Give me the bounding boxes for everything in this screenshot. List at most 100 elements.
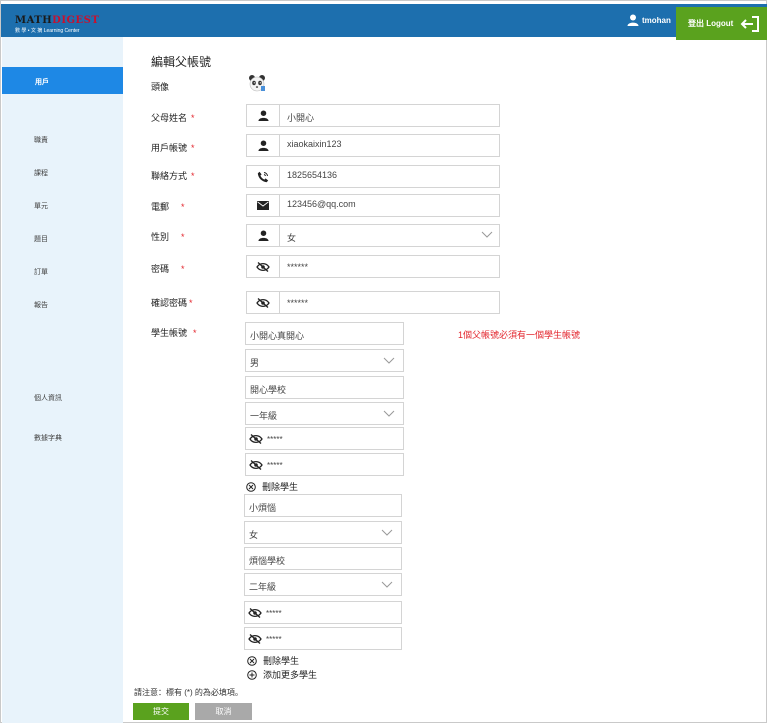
parent-name-field[interactable]: 小開心	[246, 104, 500, 127]
sidebar-item-label: 用戶	[35, 79, 49, 86]
add-student-button[interactable]: 添加更多學生	[247, 668, 317, 681]
user-icon	[627, 14, 639, 26]
sidebar-item-questions[interactable]: 題目	[34, 234, 48, 244]
remove-student-button[interactable]: 刪除學生	[247, 654, 299, 667]
phone-field[interactable]: 1825654136	[246, 165, 500, 188]
account-label: 用戶帳號 *	[151, 141, 195, 154]
sidebar-item-users[interactable]: 用戶	[2, 67, 123, 94]
gender-label-text: 性別	[151, 232, 170, 242]
avatar-label: 頭像	[151, 82, 170, 92]
confirm-password-label: 確認密碼 *	[151, 296, 193, 309]
student-name-value: 小開心真開心	[250, 331, 305, 341]
student-grade-select[interactable]: 一年級	[245, 402, 404, 425]
gender-select[interactable]: 女	[246, 224, 500, 247]
student-grade-value: 一年級	[250, 411, 278, 421]
eye-slash-icon[interactable]	[249, 460, 263, 470]
envelope-icon	[257, 201, 269, 210]
username: tmohan	[642, 15, 671, 25]
required-star: *	[193, 328, 197, 338]
page-title: 編輯父帳號	[151, 55, 212, 69]
student-password-value: *****	[267, 435, 283, 444]
logo-text-math: MATH	[15, 15, 53, 26]
logo: MATHDIGEST 數 學 • 文 摘 Learning Center	[15, 15, 99, 34]
required-star: *	[191, 113, 195, 123]
app-frame: MATHDIGEST 數 學 • 文 摘 Learning Center tmo…	[0, 0, 767, 723]
student-confirm-password-value: *****	[266, 635, 282, 644]
student-name-value: 小煩惱	[249, 503, 277, 513]
phone-label: 聯絡方式 *	[151, 169, 195, 182]
logo-text-digest: DIGEST	[52, 15, 100, 26]
eye-slash-icon[interactable]	[256, 261, 270, 272]
student-school-field[interactable]: 開心學校	[245, 376, 404, 399]
sidebar-item-dictionary[interactable]: 數據字典	[34, 433, 62, 443]
required-star: *	[181, 232, 185, 242]
cancel-button[interactable]: 取消	[195, 703, 252, 720]
logout-label: 登出 Logout	[688, 19, 734, 28]
student-confirm-password-value: *****	[267, 461, 283, 470]
required-star: *	[189, 298, 193, 308]
required-star: *	[191, 143, 195, 153]
student-confirm-password-field[interactable]: *****	[244, 627, 402, 650]
student-password-field[interactable]: *****	[244, 601, 402, 624]
parent-name-label-text: 父母姓名	[151, 113, 188, 123]
avatar-panda-icon[interactable]	[248, 74, 266, 92]
top-bar: MATHDIGEST 數 學 • 文 摘 Learning Center tmo…	[1, 4, 767, 40]
sidebar	[2, 37, 123, 723]
remove-student-label: 刪除學生	[263, 656, 300, 666]
add-student-label: 添加更多學生	[263, 670, 318, 680]
required-footnote: 請注意：標有 (*) 的為必填項。	[134, 688, 243, 697]
student-school-value: 開心學校	[250, 385, 287, 395]
sidebar-item-profile[interactable]: 個人資訊	[34, 393, 62, 403]
confirm-password-value: ******	[287, 298, 309, 308]
phone-icon	[257, 171, 269, 182]
password-label-text: 密碼	[151, 264, 170, 274]
student-gender-select[interactable]: 女	[244, 521, 402, 544]
sidebar-item-reports[interactable]: 報告	[34, 300, 48, 310]
sidebar-item-units[interactable]: 單元	[34, 201, 48, 211]
remove-circle-icon	[246, 481, 256, 492]
add-circle-icon	[247, 669, 257, 680]
password-label: 密碼 *	[151, 262, 185, 275]
required-star: *	[181, 264, 185, 274]
phone-value: 1825654136	[287, 170, 338, 180]
account-field[interactable]: xiaokaixin123	[246, 134, 500, 157]
logout-button[interactable]: 登出 Logout	[676, 7, 767, 40]
student-grade-value: 二年級	[249, 582, 277, 592]
student-gender-value: 女	[249, 530, 259, 540]
required-star: *	[191, 171, 195, 181]
student-password-field[interactable]: *****	[245, 427, 404, 450]
student-gender-select[interactable]: 男	[245, 349, 404, 372]
logo-subtitle: 數 學 • 文 摘 Learning Center	[15, 28, 80, 34]
email-field[interactable]: 123456@qq.com	[246, 194, 500, 217]
account-value: xiaokaixin123	[287, 139, 342, 149]
parent-name-label: 父母姓名 *	[151, 111, 195, 124]
password-field[interactable]: ******	[246, 255, 500, 278]
confirm-password-field[interactable]: ******	[246, 291, 500, 314]
eye-slash-icon[interactable]	[256, 297, 270, 308]
student-school-value: 煩惱學校	[249, 556, 286, 566]
eye-slash-icon[interactable]	[249, 434, 263, 444]
student-school-field[interactable]: 煩惱學校	[244, 547, 402, 570]
sidebar-item-courses[interactable]: 課程	[34, 168, 48, 178]
student-grade-select[interactable]: 二年級	[244, 573, 402, 596]
required-star: *	[181, 202, 185, 212]
user-menu[interactable]: tmohan	[627, 14, 671, 26]
student-name-field[interactable]: 小煩惱	[244, 494, 402, 517]
eye-slash-icon[interactable]	[248, 634, 262, 644]
sidebar-item-orders[interactable]: 訂單	[34, 267, 48, 277]
email-label: 電郵 *	[151, 200, 185, 213]
chevron-down-icon	[381, 529, 393, 536]
remove-circle-icon	[247, 655, 257, 666]
email-label-text: 電郵	[151, 202, 170, 212]
student-password-value: *****	[266, 609, 282, 618]
submit-button[interactable]: 提交	[133, 703, 189, 720]
student-name-field[interactable]: 小開心真開心	[245, 322, 404, 345]
students-note: 1個父帳號必須有一個學生帳號	[458, 330, 581, 340]
sidebar-item-roles[interactable]: 職責	[34, 135, 48, 145]
gender-value: 女	[287, 233, 297, 243]
student-confirm-password-field[interactable]: *****	[245, 453, 404, 476]
chevron-down-icon	[381, 581, 393, 588]
chevron-down-icon	[481, 231, 493, 238]
remove-student-button[interactable]: 刪除學生	[246, 480, 298, 493]
eye-slash-icon[interactable]	[248, 608, 262, 618]
